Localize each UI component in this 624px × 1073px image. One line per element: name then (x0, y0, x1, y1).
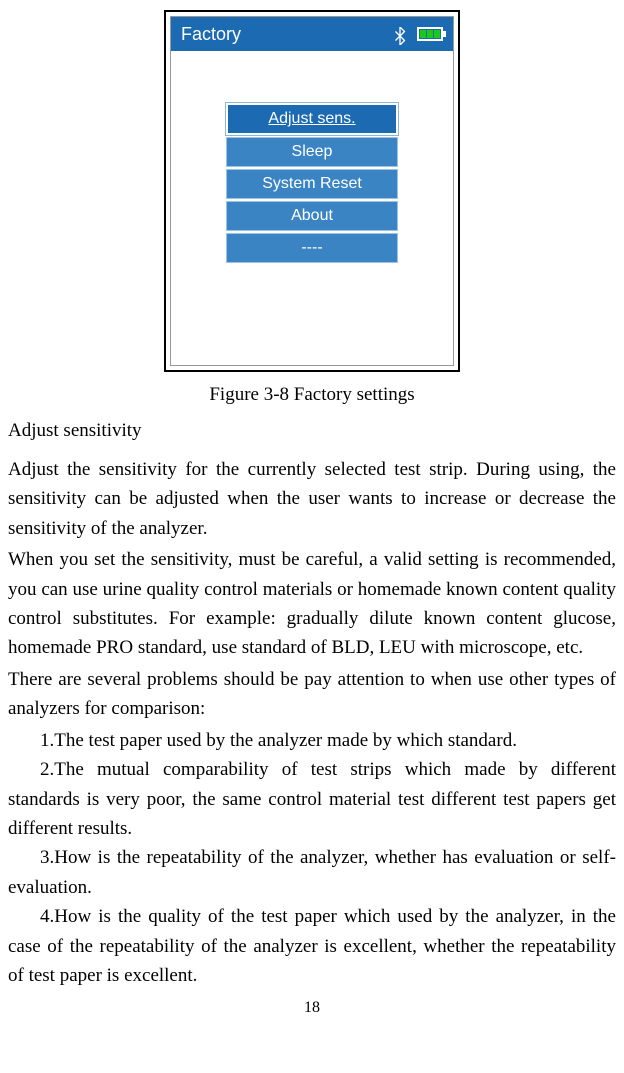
bluetooth-icon (393, 25, 407, 43)
battery-icon (417, 27, 443, 41)
menu-item-system-reset[interactable]: System Reset (226, 169, 398, 199)
menu-item-label: ---- (301, 235, 322, 261)
paragraph: There are several problems should be pay… (8, 665, 616, 724)
menu-item-label: Sleep (292, 139, 333, 165)
menu-list: Adjust sens. Sleep System Reset About --… (171, 51, 453, 365)
section-title: Adjust sensitivity (8, 416, 616, 446)
list-item: 2.The mutual comparability of test strip… (8, 755, 616, 843)
paragraph: Adjust the sensitivity for the currently… (8, 455, 616, 543)
menu-item-label: About (291, 203, 333, 229)
device-frame: Factory Adjust sens. Sleep Sys (164, 10, 460, 372)
menu-item-blank[interactable]: ---- (226, 233, 398, 263)
menu-item-about[interactable]: About (226, 201, 398, 231)
figure-caption: Figure 3-8 Factory settings (8, 380, 616, 410)
menu-item-label: Adjust sens. (268, 106, 355, 132)
page-number: 18 (8, 995, 616, 1021)
list-item: 1.The test paper used by the analyzer ma… (8, 726, 616, 755)
screen-title: Factory (181, 20, 241, 49)
menu-item-sleep[interactable]: Sleep (226, 137, 398, 167)
device-screen: Factory Adjust sens. Sleep Sys (170, 16, 454, 366)
list-item: 4.How is the quality of the test paper w… (8, 902, 616, 990)
menu-item-label: System Reset (262, 171, 362, 197)
paragraph: When you set the sensitivity, must be ca… (8, 545, 616, 663)
status-bar: Factory (171, 17, 453, 51)
list-item: 3.How is the repeatability of the analyz… (8, 843, 616, 902)
menu-item-adjust-sens[interactable]: Adjust sens. (226, 103, 398, 135)
